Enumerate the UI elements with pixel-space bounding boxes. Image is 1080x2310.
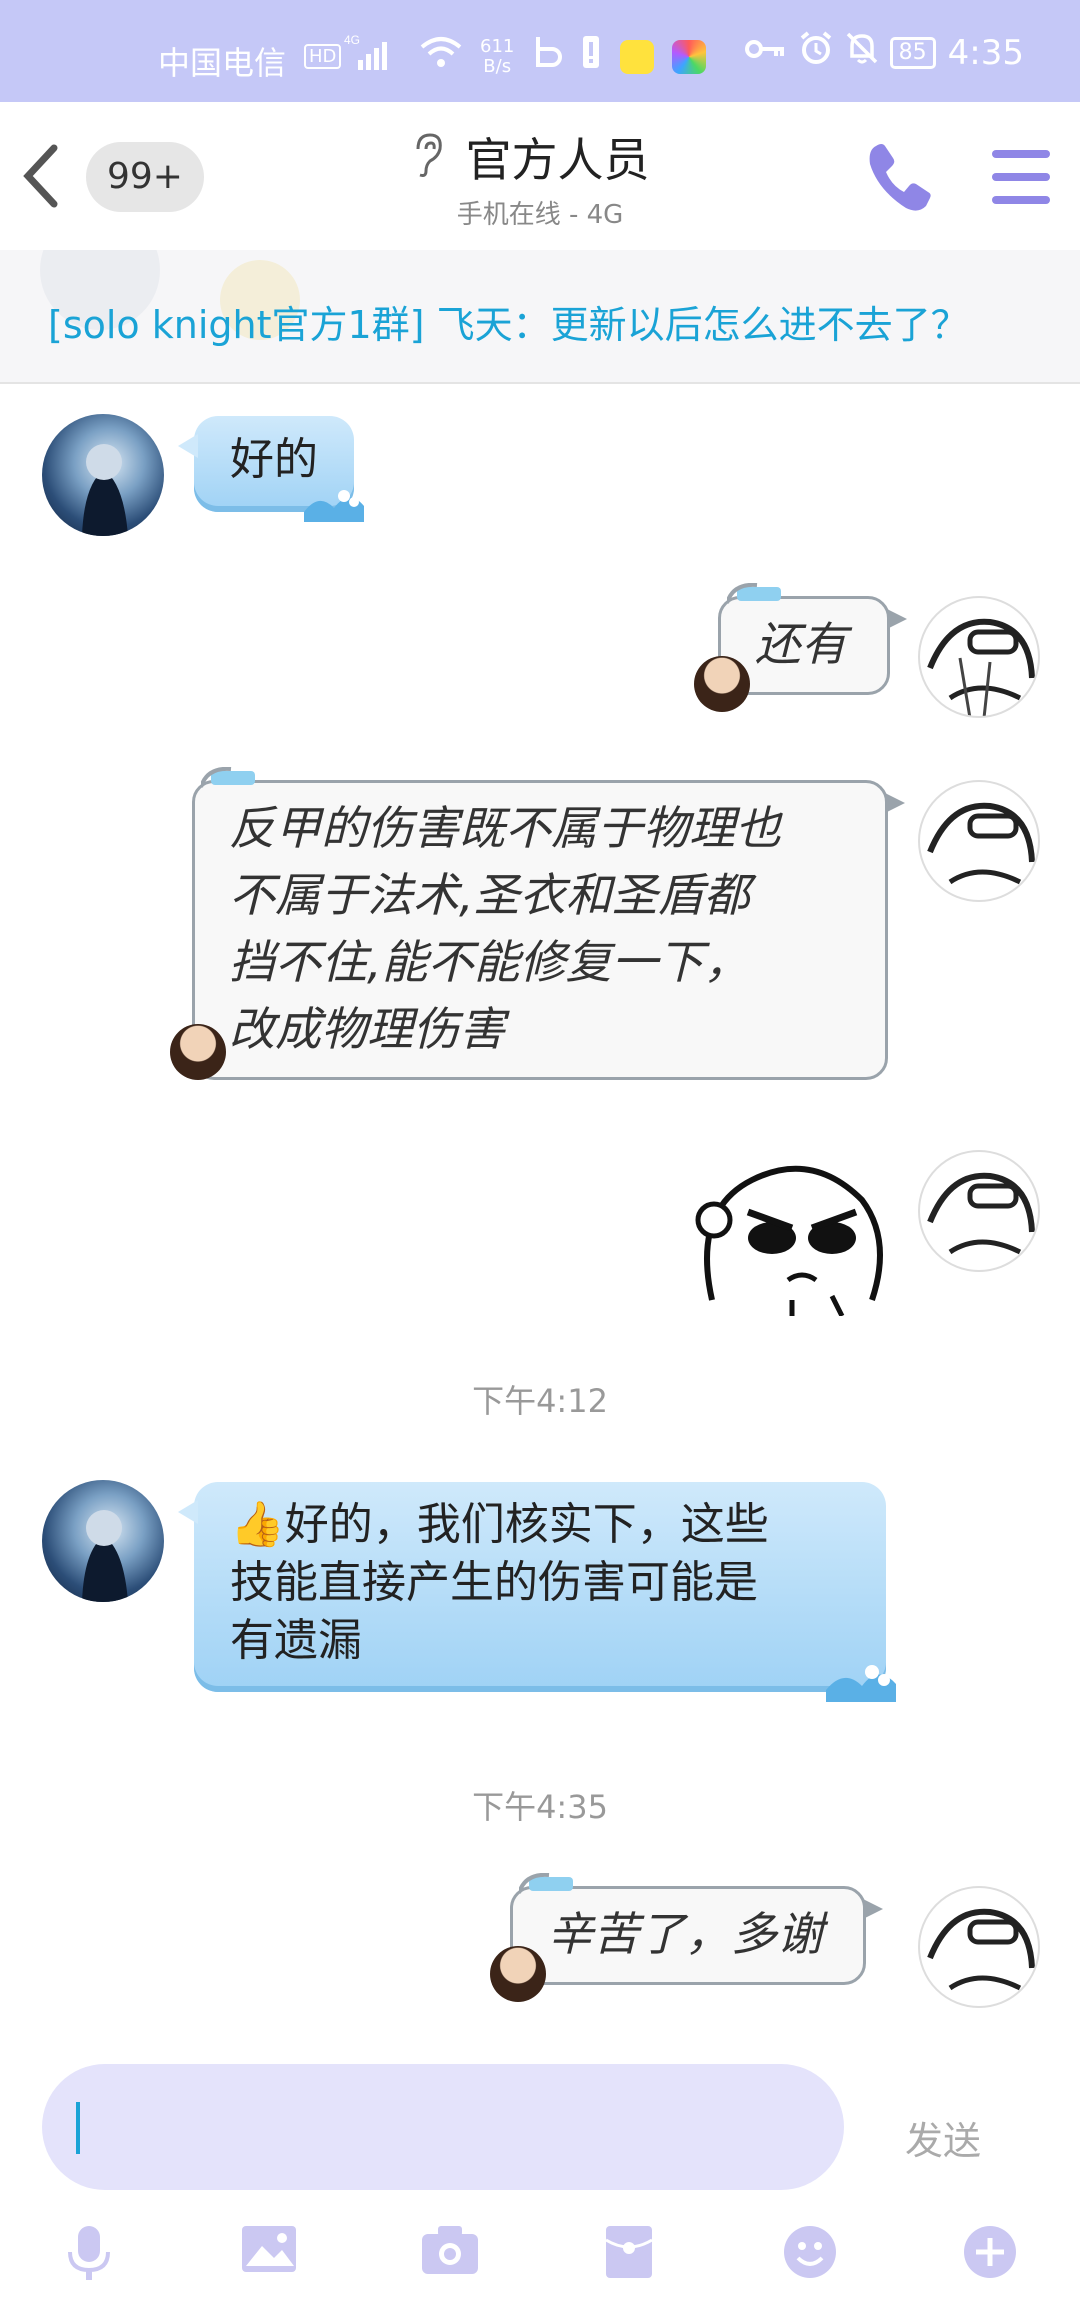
battery-level: 85 [898,39,927,65]
bubble-frame-decoration-icon [201,767,255,788]
battery-icon: 85 [889,36,936,69]
bubble-frame-decoration-icon [727,583,781,604]
ear-icon [410,131,446,183]
b-app-icon [532,35,563,78]
contact-avatar[interactable] [42,1480,164,1602]
message-bubble-incoming[interactable]: 👍好的，我们核实下，这些 技能直接产生的伤害可能是 有遗漏 [178,1482,896,1702]
emoji-icon[interactable] [782,2224,838,2284]
bubble-character-icon [170,1024,226,1080]
group-message-notice[interactable]: [solo knight官方1群] 飞天：更新以后怎么进不去了？ [0,250,1080,384]
hd-badge: HD [304,44,342,69]
status-icons-right: 85 4:35 [744,30,1024,75]
alarm-icon [798,30,834,75]
star-app-icon [620,39,655,74]
message-text: 辛苦了，多谢 [547,1907,823,1961]
my-avatar[interactable] [918,596,1040,718]
message-line: 改成物理伤害 [229,1002,505,1056]
message-bubble-outgoing[interactable]: 反甲的伤害既不属于物理也 不属于法术,圣衣和圣盾都 挡不住,能不能修复一下， 改… [192,767,905,1080]
network-type-label: 4G [344,33,360,47]
clock: 4:35 [947,32,1024,73]
chat-screen: 中国电信 HD 4G 611 B/s 85 4:35 99+ 官方人员 手机在线… [0,0,1080,2310]
message-line-text: 好的，我们核实下，这些 [284,1499,769,1550]
net-speed-unit: B/s [483,55,512,77]
bubble-frame-decoration-icon [519,1873,573,1894]
menu-icon[interactable] [990,148,1052,210]
message-line: 反甲的伤害既不属于物理也 [229,801,781,855]
bubble-character-icon [694,656,750,712]
unread-badge[interactable]: 99+ [86,142,204,212]
message-line: 👍好的，我们核实下，这些 [230,1496,850,1554]
signal-icon: 4G [344,32,402,81]
message-text: 好的 [230,434,318,485]
my-avatar[interactable] [918,780,1040,902]
wave-decoration-icon [304,490,364,522]
microphone-icon[interactable] [64,2224,114,2288]
thumbs-up-icon: 👍 [230,1499,285,1550]
message-line: 有遗漏 [230,1615,362,1666]
input-toolbar [0,2210,1080,2310]
wifi-icon [420,35,462,78]
notice-text: [solo knight官方1群] 飞天：更新以后怎么进不去了？ [48,303,969,347]
page-title: 官方人员 [465,133,650,187]
net-speed: 611 B/s [480,35,515,77]
status-icons-left: 4G 611 B/s [344,32,707,81]
message-text: 还有 [755,617,847,671]
alert-icon [580,34,602,79]
red-packet-icon[interactable] [604,2224,654,2284]
message-line: 技能直接产生的伤害可能是 [230,1557,758,1608]
image-icon[interactable] [240,2224,298,2278]
message-bubble-incoming[interactable]: 好的 [178,416,364,522]
message-line: 挡不住,能不能修复一下， [229,935,750,989]
back-arrow-icon[interactable] [16,142,66,214]
title-area[interactable]: 官方人员 [370,124,690,190]
key-icon [744,33,788,73]
plus-icon[interactable] [962,2224,1018,2284]
chat-header: 99+ 官方人员 手机在线 - 4G [0,102,1080,250]
online-status: 手机在线 - 4G [456,200,624,230]
message-bubble-outgoing[interactable]: 辛苦了，多谢 [510,1873,883,1985]
message-line: 不属于法术,圣衣和圣盾都 [229,868,750,922]
phone-call-icon[interactable] [866,140,936,220]
color-app-icon [672,39,707,74]
timestamp-divider: 下午4:12 [472,1382,608,1420]
carrier-label: 中国电信 [158,44,287,82]
my-avatar[interactable] [918,1150,1040,1272]
contact-avatar[interactable] [42,414,164,536]
camera-icon[interactable] [420,2224,480,2280]
angry-cartoon-face-sticker[interactable] [692,1150,892,1320]
text-cursor [76,2102,80,2154]
net-speed-value: 611 [480,35,515,57]
timestamp-divider: 下午4:35 [472,1788,608,1826]
send-button[interactable]: 发送 [905,2110,981,2165]
my-avatar[interactable] [918,1886,1040,2008]
mute-icon [844,30,880,75]
bubble-character-icon [490,1946,546,2002]
message-input[interactable] [42,2064,844,2190]
status-bar: 中国电信 HD 4G 611 B/s 85 4:35 [0,0,1080,102]
wave-decoration-icon [826,1665,896,1702]
